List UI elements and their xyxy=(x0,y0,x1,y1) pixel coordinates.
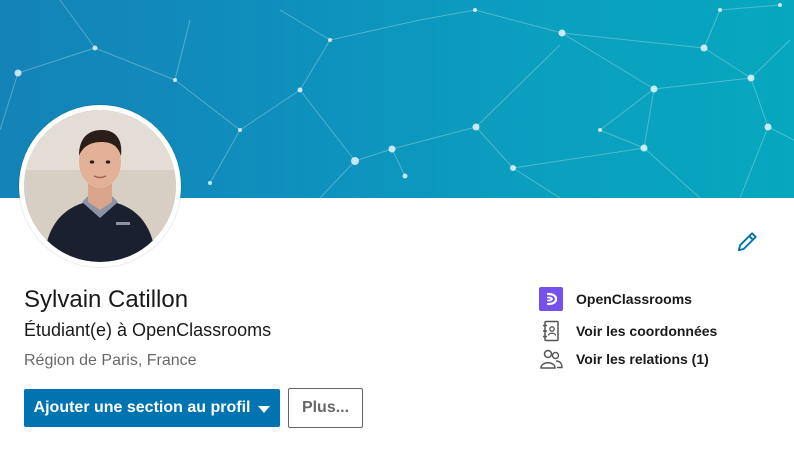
avatar[interactable] xyxy=(19,105,181,267)
profile-headline: Étudiant(e) à OpenClassrooms xyxy=(24,320,272,340)
more-button[interactable]: Plus... xyxy=(288,388,363,428)
edit-intro-button[interactable] xyxy=(733,228,761,256)
caret-down-icon xyxy=(258,405,271,413)
more-label: Plus... xyxy=(301,399,350,416)
profile-name: Sylvain Catillon xyxy=(24,286,189,313)
profile-location: Région de Paris, France xyxy=(24,352,197,369)
contact-info-label: Voir les coordonnées xyxy=(576,323,718,339)
person-photo-icon xyxy=(24,110,176,262)
add-profile-section-button[interactable]: Ajouter une section au profil xyxy=(24,389,280,427)
address-book-icon xyxy=(539,319,563,343)
connections-label: Voir les relations (1) xyxy=(576,351,709,367)
company-name: OpenClassrooms xyxy=(576,291,692,307)
current-company-link[interactable]: OpenClassrooms xyxy=(539,287,692,311)
connections-link[interactable]: Voir les relations (1) xyxy=(539,347,709,371)
profile-photo[interactable] xyxy=(24,110,176,262)
company-logo xyxy=(539,287,563,311)
profile-card: Sylvain Catillon Étudiant(e) à OpenClass… xyxy=(0,0,794,451)
pencil-icon xyxy=(737,232,757,252)
openclassrooms-logo-icon xyxy=(539,287,563,311)
people-icon xyxy=(539,347,563,371)
contact-info-link[interactable]: Voir les coordonnées xyxy=(539,319,717,343)
add-profile-section-label: Ajouter une section au profil xyxy=(33,399,251,416)
